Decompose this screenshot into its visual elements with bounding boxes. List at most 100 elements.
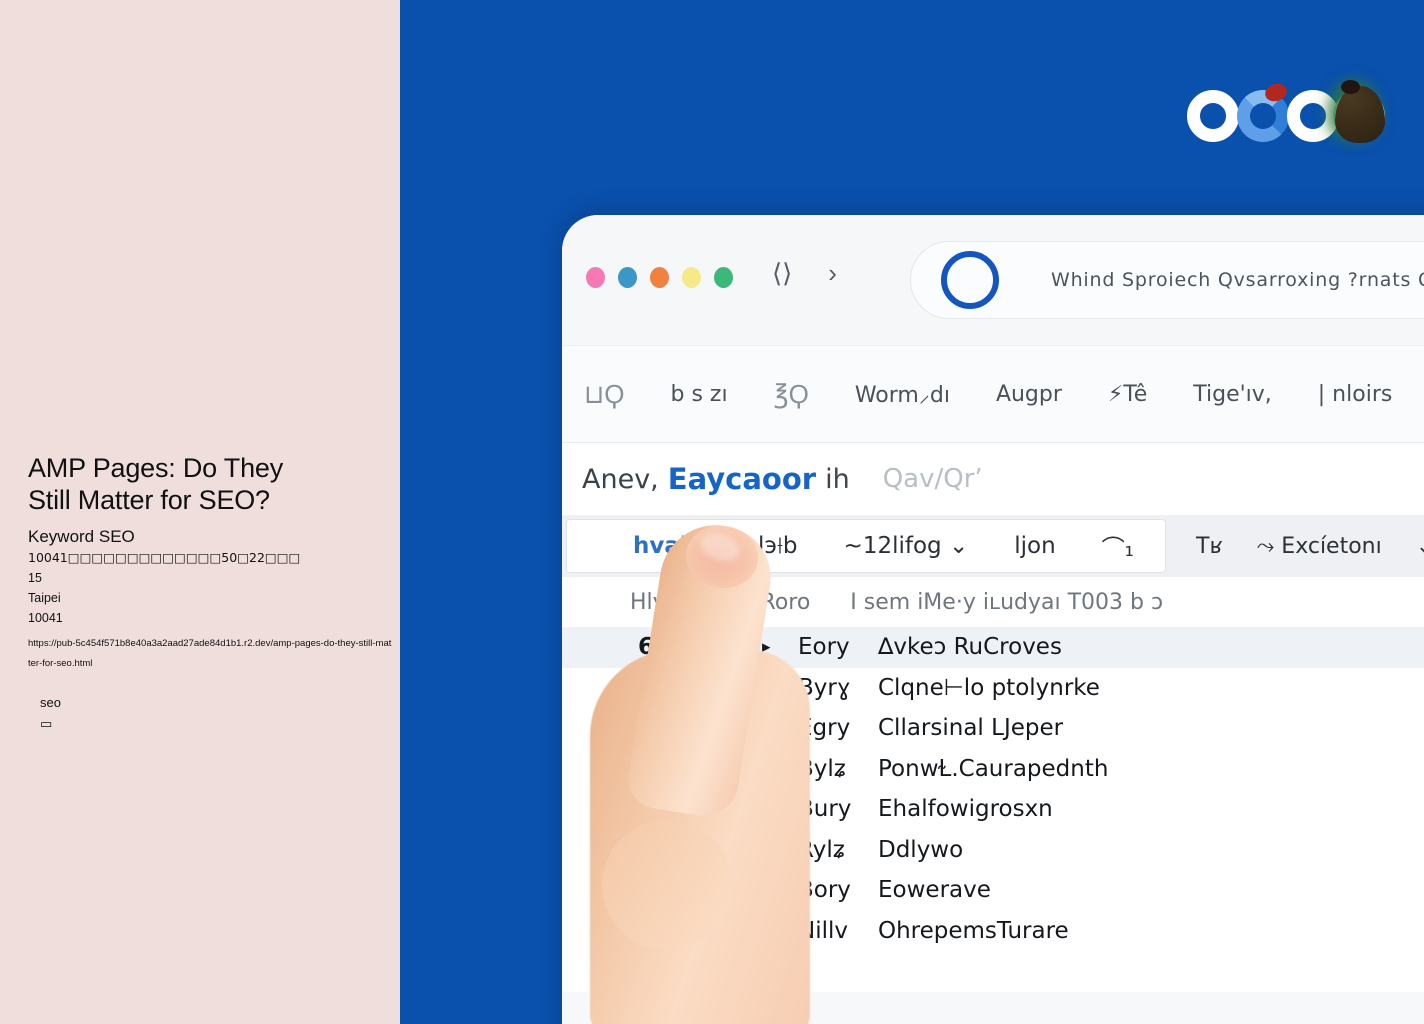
cell-trend: ▸ [762,839,771,859]
forward-icon[interactable]: › [828,260,837,286]
cell-volume: 80 00К [638,755,729,782]
table-row[interactable]: ᴈ2 00К ▸ Bury Ehalfowigrosxn [562,789,1424,830]
filter-select[interactable]: ~12lifog ⌄ [844,533,969,559]
cell-keyword: Clqne⊢lo ptolynrke [878,674,1100,701]
cell-trend: ▸ [762,920,771,940]
cell-difficulty: Rylʑ [798,836,845,863]
filter-lab[interactable]: lэ⟊b [758,533,798,559]
browser-logo-icon [941,251,999,309]
table-body[interactable]: 68 00К ▸ Eory ∆vkeɔ RuCroves 13 00К ↦ Byrɣ Clqn… [562,627,1424,992]
cell-difficulty: Byrɣ [798,674,851,701]
dot-yellow[interactable] [682,267,701,288]
headline-muted: Qav/Qrʼ [882,464,983,494]
app-toolbar[interactable]: ⊔Ϙ b s zı ℥Ϙ Worm⸝dı Augpr ⚡Tê Tige'ıv, | nloir… [562,345,1424,443]
tool-nloirs[interactable]: | nloirs [1318,382,1393,407]
cell-volume: 8I 00К [638,715,722,742]
address-bar-text: Whind Sproiech Qvsarroxing ?rnats Qztl ⁙ [1051,269,1424,291]
cell-difficulty: Bylʑ [798,755,846,782]
headline-accent: Eaycaoor [667,462,817,496]
filter-active-term: hvalih [633,533,713,559]
table-row[interactable]: 8I 00К ▸ Egry Cllarsinal LJeper [562,708,1424,749]
tool-flash-te[interactable]: ⚡Tê [1108,382,1147,407]
table-header-0[interactable]: Hly ounⅠ [630,590,721,615]
cell-trend: ▸ [762,961,771,981]
postal-code: 10041 [28,611,63,625]
logo-dark-blob [1335,86,1385,143]
cell-trend: ▸ [762,637,771,657]
filter-overflow[interactable]: ⌄ [1416,534,1424,559]
tag-seo[interactable]: seo [40,694,61,712]
headline-suffix: ih [825,463,850,495]
address-bar[interactable]: Whind Sproiech Qvsarroxing ?rnats Qztl ⁙ [910,241,1424,319]
filter-tk[interactable]: Tʁ [1196,534,1223,559]
navigation-buttons[interactable]: ⟨⟩ › [772,260,837,286]
table-row[interactable]: 32 00К ▸ Bory Eowerave [562,870,1424,911]
filter-export[interactable]: ⤳ Excíetonı [1257,534,1382,559]
table-header-row: Hly ounⅠ Roro I sem iMe·y iʟudyaı T003 b ɔ [562,577,1424,627]
keyword-label: Keyword SEO [28,527,135,546]
table-row[interactable]: 13 00К ↦ Byrɣ Clqne⊢lo ptolynrke [562,667,1424,708]
keyword-results-table: Hly ounⅠ Roro I sem iMe·y iʟudyaı T003 b ɔ… [562,577,1424,992]
dot-green[interactable] [714,267,733,288]
cell-difficulty: Egry [798,715,851,742]
window-controls[interactable] [586,267,733,288]
cell-trend: ▸ [762,758,771,778]
browser-window: ⟨⟩ › Whind Sproiech Qvsarroxing ?rnats Q… [562,215,1424,1024]
address-line: 10041□□□□□□□□□□□□□50□22□□□ [28,550,301,565]
page-title: AMP Pages: Do They Still Matter for SEO? [28,453,284,515]
keyword-filter-input[interactable]: hvalih lэ⟊b~12lifog ⌄ljon⌒₁⌐ [566,519,1166,573]
cell-difficulty: Bury [798,796,852,823]
cell-volume: 13 00К [638,674,729,701]
tag-placeholder-glyph: ▭ [40,717,53,732]
blue-stage: ⟨⟩ › Whind Sproiech Qvsarroxing ?rnats Q… [400,0,1424,1024]
logo-ring-1 [1187,90,1239,142]
tool-worm[interactable]: Worm⸝dı [855,379,950,409]
cell-volume: 17 00Ϥ [638,836,730,863]
cell-trend: ▸ [762,799,771,819]
logo-blob-cap [1341,80,1360,94]
cell-volume: 32 00К [638,877,729,904]
cell-difficulty: Nillv [798,917,848,944]
cell-trend: ▸ [762,880,771,900]
tool-augpr[interactable]: Augpr [996,382,1062,407]
cell-volume: SO 00К [638,917,733,944]
table-row[interactable]: 8Ͱ 00К ▸ [562,951,1424,992]
cell-keyword: Ehalfowigrosxn [878,796,1053,823]
cell-keyword: Eowerave [878,877,991,904]
table-header-2[interactable]: I sem iMe·y iʟudyaı T003 b ɔ [850,590,1163,615]
cell-difficulty: Bory [798,877,851,904]
city-name: Taipei [28,591,61,605]
table-header-1[interactable]: Roro [761,590,811,615]
floor-number: 15 [28,571,42,585]
table-row[interactable]: 80 00К ▸ Bylʑ PonwⱢ.Caurapednth [562,748,1424,789]
cell-volume: 8Ͱ 00К [638,958,729,985]
article-url[interactable]: https://pub-5c454f571b8e40a3a2aad27ade84… [28,634,393,674]
tool-tiger[interactable]: Tige'ıv, [1193,382,1272,407]
filter-lion[interactable]: ljon [1014,533,1055,559]
filter-search[interactable]: ⌒₁ [1102,529,1134,563]
table-row[interactable]: 68 00К ▸ Eory ∆vkeɔ RuCroves [562,627,1424,668]
filter-bar[interactable]: hvalih lэ⟊b~12lifog ⌄ljon⌒₁⌐ Tʁ⤳ Excíeto… [562,515,1424,577]
table-row[interactable]: SO 00К ▸ Nillv OhrepemsTurare [562,910,1424,951]
cell-trend: ▸ [762,718,771,738]
cell-trend: ↦ [762,677,777,697]
cell-keyword: Cllarsinal LJeper [878,715,1064,742]
tool-b-s-z[interactable]: b s zı [671,382,728,407]
filter-bar-actions[interactable]: Tʁ ⤳ Excíetonı ⌄ [1166,515,1424,577]
four-ring-logo [1183,78,1385,150]
dot-blue[interactable] [618,267,637,288]
article-info-block: AMP Pages: Do They Still Matter for SEO?… [28,452,400,674]
cell-keyword: PonwⱢ.Caurapednth [878,755,1109,782]
logo-ring-3 [1287,90,1339,142]
tag-block: seo ▭ [40,694,61,731]
cell-volume: ᴈ2 00К [638,796,726,823]
cell-difficulty: Eory [798,634,850,661]
back-icon[interactable]: ⟨⟩ [772,260,792,286]
cell-keyword: Ddlywo [878,836,964,863]
table-row[interactable]: 17 00Ϥ ▸ Rylʑ Ddlywo [562,829,1424,870]
cell-keyword: ∆vkeɔ RuCroves [878,634,1062,661]
dot-orange[interactable] [650,267,669,288]
tool-home[interactable]: ⊔Ϙ [584,379,625,410]
dot-pink[interactable] [586,267,605,288]
tool-glyph[interactable]: ℥Ϙ [774,379,809,410]
